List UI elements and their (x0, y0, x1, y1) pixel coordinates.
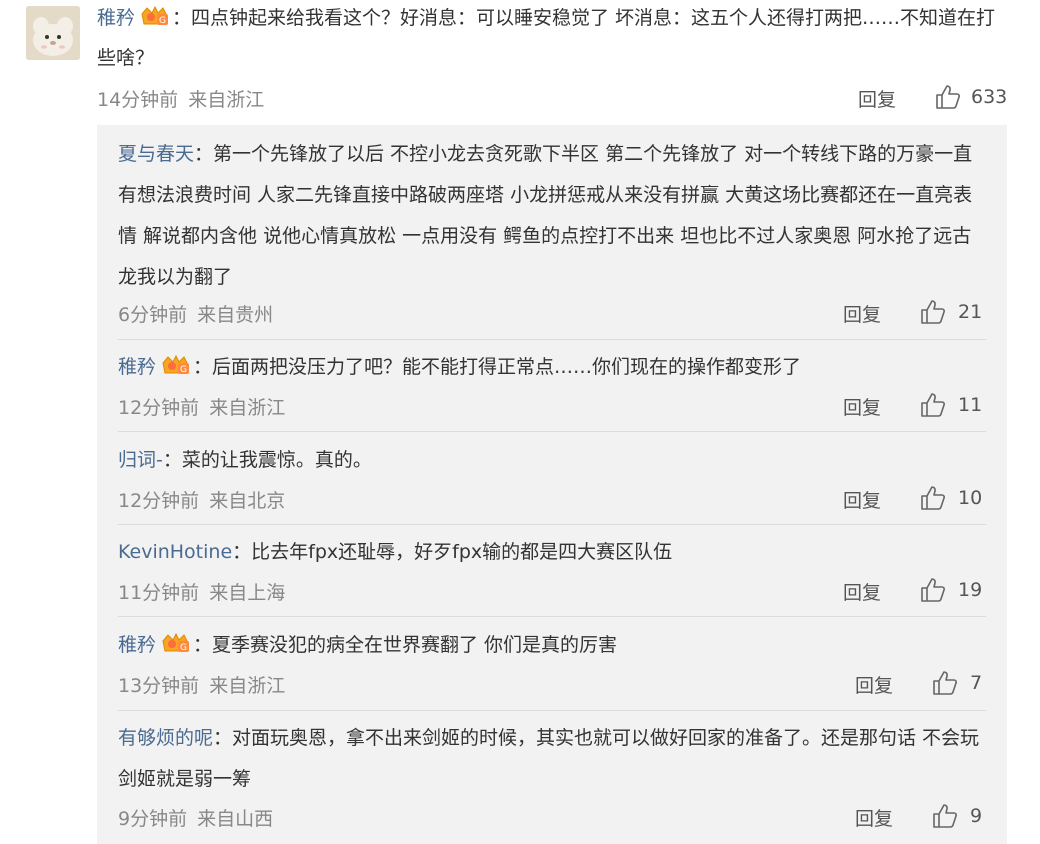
reply-time: 9分钟前 (118, 808, 188, 830)
thumbs-up-icon (933, 804, 957, 828)
reply-button[interactable]: 回复 (855, 804, 893, 831)
reply-meta: 13分钟前 来自浙江 (118, 671, 285, 698)
like-button[interactable]: 7 (932, 670, 982, 696)
reply-meta: 12分钟前 来自浙江 (118, 393, 285, 420)
main-comment-username[interactable]: 稚矜 (97, 7, 135, 29)
comment-location: 来自浙江 (188, 89, 265, 111)
reply-meta: 6分钟前 来自贵州 (118, 300, 273, 327)
like-button[interactable]: 10 (920, 485, 982, 511)
main-comment-body: ：四点钟起来给我看这个？好消息：可以睡安稳觉了 坏消息：这五个人还得打两把……不… (97, 7, 996, 69)
like-button[interactable]: 21 (920, 299, 982, 325)
main-comment-text: 稚矜 G ：四点钟起来给我看这个？好消息：可以睡安稳觉了 坏消息：这五个人还得打两把… (97, 0, 1007, 78)
reply-text: 稚矜 G ：后面两把没压力了吧？能不能打得正常点……你们现在的操作都变形了 (118, 347, 988, 388)
like-count: 7 (970, 672, 983, 694)
reply-time: 12分钟前 (118, 397, 200, 419)
reply-location: 来自山西 (197, 808, 274, 830)
reply-body: ：夏季赛没犯的病全在世界赛翻了 你们是真的厉害 (193, 634, 618, 656)
reply-button[interactable]: 回复 (843, 393, 881, 420)
reply-username[interactable]: 稚矜 (118, 356, 156, 378)
like-count: 9 (970, 805, 983, 827)
reply-time: 13分钟前 (118, 675, 200, 697)
vip-badge-icon: G (160, 351, 192, 375)
svg-text:G: G (159, 16, 166, 26)
thumbs-up-icon (921, 393, 945, 417)
thumbs-up-icon (921, 300, 945, 324)
avatar-image (26, 6, 80, 60)
reply-location: 来自北京 (209, 490, 286, 512)
reply-meta: 9分钟前 来自山西 (118, 804, 273, 831)
svg-text:G: G (180, 643, 187, 653)
like-count: 11 (958, 394, 983, 416)
reply-location: 来自上海 (209, 582, 286, 604)
reply-text: 稚矜 G ：夏季赛没犯的病全在世界赛翻了 你们是真的厉害 (118, 625, 988, 666)
like-button[interactable]: 9 (932, 803, 982, 829)
avatar[interactable] (26, 6, 80, 60)
thumbs-up-icon (921, 578, 945, 602)
like-count: 19 (958, 579, 983, 601)
svg-text:G: G (180, 365, 187, 375)
divider (118, 616, 986, 617)
main-comment-meta: 14分钟前 来自浙江 (97, 85, 264, 112)
reply-username[interactable]: 归词- (118, 449, 163, 471)
replies-panel: 夏与春天：第一个先锋放了以后 不控小龙去贪死歌下半区 第二个先锋放了 对一个转线… (97, 125, 1007, 844)
reply-button[interactable]: 回复 (843, 300, 881, 327)
reply-username[interactable]: KevinHotine (118, 541, 232, 563)
divider (118, 524, 986, 525)
main-reply-button[interactable]: 回复 (858, 85, 896, 112)
reply-time: 12分钟前 (118, 490, 200, 512)
reply-body: ：后面两把没压力了吧？能不能打得正常点……你们现在的操作都变形了 (193, 356, 802, 378)
reply-meta: 12分钟前 来自北京 (118, 486, 285, 513)
reply-text: 归词-：菜的让我震惊。真的。 (118, 440, 988, 481)
reply-button[interactable]: 回复 (843, 578, 881, 605)
thumbs-up-icon (936, 85, 960, 109)
thumbs-up-icon (933, 671, 957, 695)
like-button[interactable]: 11 (920, 392, 982, 418)
reply-time: 6分钟前 (118, 304, 188, 326)
divider (118, 431, 986, 432)
divider (118, 339, 986, 340)
reply-username[interactable]: 有够烦的呢 (118, 727, 213, 749)
reply-body: ：菜的让我震惊。真的。 (162, 449, 372, 471)
main-like-button[interactable]: 633 (935, 84, 1007, 110)
thumbs-up-icon (921, 486, 945, 510)
divider (118, 710, 986, 711)
like-count: 21 (958, 301, 983, 323)
comment-time: 14分钟前 (97, 89, 179, 111)
reply-username[interactable]: 夏与春天 (118, 143, 194, 165)
reply-button[interactable]: 回复 (855, 671, 893, 698)
reply-text: 夏与春天：第一个先锋放了以后 不控小龙去贪死歌下半区 第二个先锋放了 对一个转线… (118, 134, 988, 298)
reply-text: KevinHotine：比去年fpx还耻辱，好歹fpx输的都是四大赛区队伍 (118, 532, 988, 573)
reply-username[interactable]: 稚矜 (118, 634, 156, 656)
like-button[interactable]: 19 (920, 577, 982, 603)
reply-body: ：比去年fpx还耻辱，好歹fpx输的都是四大赛区队伍 (232, 541, 673, 563)
reply-location: 来自浙江 (209, 675, 286, 697)
reply-location: 来自贵州 (197, 304, 274, 326)
like-count: 10 (958, 487, 983, 509)
reply-body: ：对面玩奥恩，拿不出来剑姬的时候，其实也就可以做好回家的准备了。还是那句话 不会… (118, 727, 980, 790)
vip-badge-icon: G (139, 2, 171, 26)
reply-meta: 11分钟前 来自上海 (118, 578, 285, 605)
reply-location: 来自浙江 (209, 397, 286, 419)
reply-body: ：第一个先锋放了以后 不控小龙去贪死歌下半区 第二个先锋放了 对一个转线下路的万… (118, 143, 973, 288)
reply-time: 11分钟前 (118, 582, 200, 604)
main-like-count: 633 (971, 86, 1008, 108)
reply-button[interactable]: 回复 (843, 486, 881, 513)
vip-badge-icon: G (160, 629, 192, 653)
reply-text: 有够烦的呢：对面玩奥恩，拿不出来剑姬的时候，其实也就可以做好回家的准备了。还是那… (118, 718, 988, 800)
